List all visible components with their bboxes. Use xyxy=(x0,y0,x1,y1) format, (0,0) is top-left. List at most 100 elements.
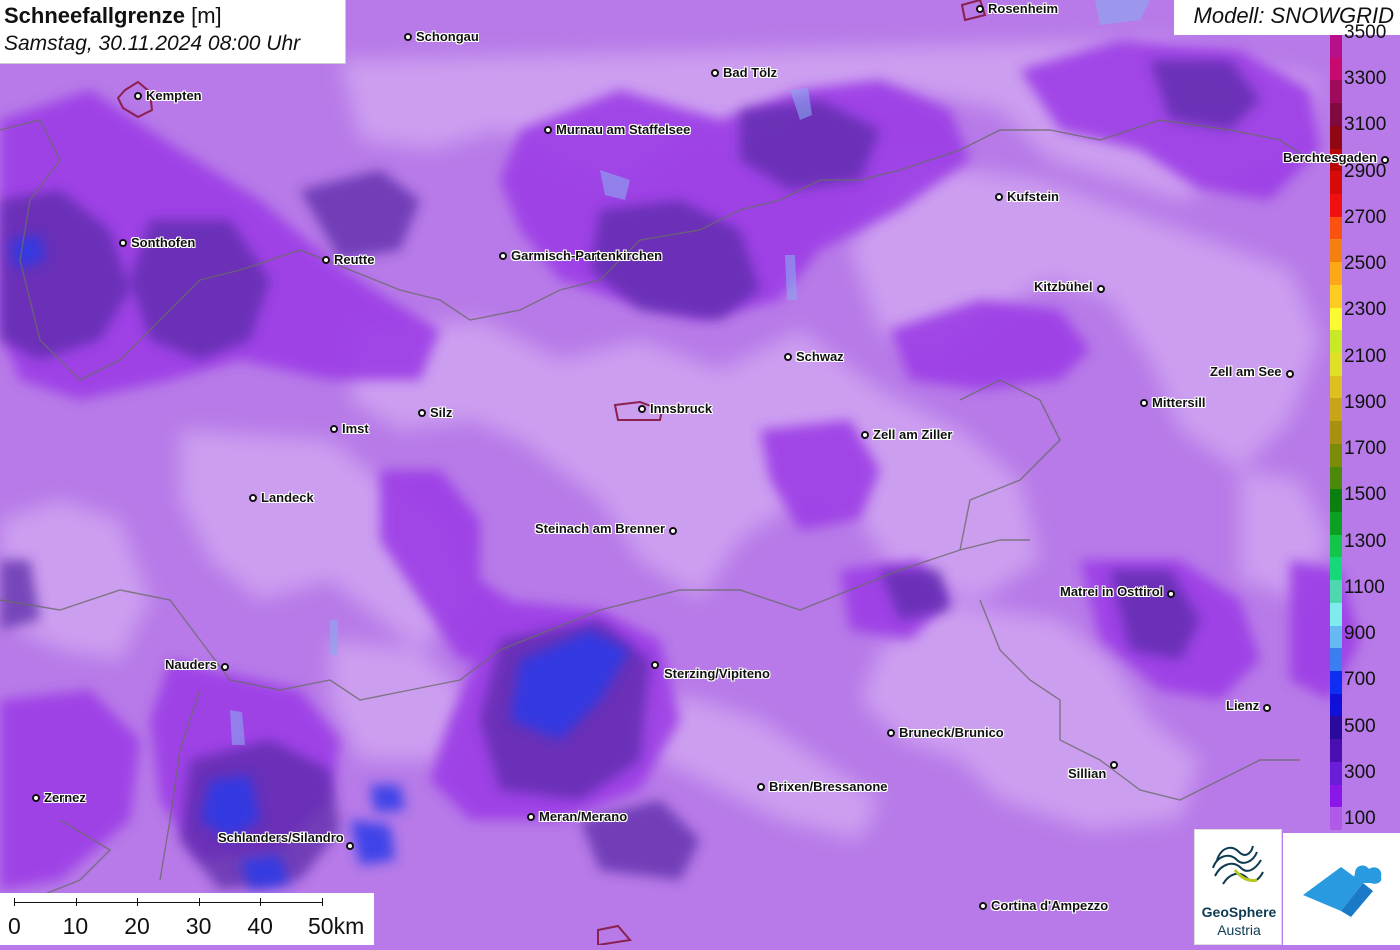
city-label: Schwaz xyxy=(796,349,844,364)
cloud-logo[interactable] xyxy=(1283,833,1400,945)
legend-color-swatch xyxy=(1330,512,1342,536)
city-marker[interactable] xyxy=(861,431,869,439)
legend-color-swatch xyxy=(1330,284,1342,309)
map-datetime: Samstag, 30.11.2024 08:00 Uhr xyxy=(4,32,301,55)
legend-color-swatch xyxy=(1330,375,1342,399)
legend-color-swatch xyxy=(1330,443,1342,468)
geosphere-emblem-icon xyxy=(1212,845,1264,885)
city-marker[interactable] xyxy=(1140,399,1148,407)
city-marker[interactable] xyxy=(119,239,127,247)
scale-label: 20 xyxy=(124,913,150,939)
city-marker[interactable] xyxy=(638,405,646,413)
city-label: Silz xyxy=(430,405,453,420)
city-label: Meran/Merano xyxy=(539,809,628,824)
city-label: Brixen/Bressanone xyxy=(769,779,888,794)
city-label: Zernez xyxy=(44,790,86,805)
map-canvas[interactable] xyxy=(0,0,1400,945)
city-marker[interactable] xyxy=(651,661,659,669)
city-label: Lienz xyxy=(1226,698,1260,713)
legend-label: 1500 xyxy=(1344,484,1387,506)
city-marker[interactable] xyxy=(784,353,792,361)
scale-label: 30 xyxy=(185,913,212,939)
legend-label: 2700 xyxy=(1344,206,1387,228)
legend-color-swatch xyxy=(1330,307,1342,331)
city-marker[interactable] xyxy=(32,794,40,802)
city-marker[interactable] xyxy=(1110,761,1118,769)
city-marker[interactable] xyxy=(134,92,142,100)
house-cloud-icon xyxy=(1303,865,1382,917)
city-marker[interactable] xyxy=(249,494,257,502)
city-label: Mittersill xyxy=(1152,395,1206,410)
legend-color-swatch xyxy=(1330,739,1342,763)
legend-label: 700 xyxy=(1344,669,1376,691)
city-label: Sillian xyxy=(1068,766,1107,781)
city-marker[interactable] xyxy=(404,33,412,41)
scale-label: 50km xyxy=(308,913,365,939)
legend-color-swatch xyxy=(1330,262,1342,286)
legend-label: 1100 xyxy=(1344,576,1385,598)
city-label: Zell am Ziller xyxy=(873,427,953,442)
city-marker[interactable] xyxy=(1381,156,1389,164)
city-marker[interactable] xyxy=(322,256,330,264)
city-label: Murnau am Staffelsee xyxy=(556,122,691,137)
legend-color-swatch xyxy=(1330,194,1342,218)
legend-color-swatch xyxy=(1330,103,1342,127)
city-marker[interactable] xyxy=(976,5,984,13)
legend-color-swatch xyxy=(1330,784,1342,808)
city-marker[interactable] xyxy=(1097,285,1105,293)
legend-color-swatch xyxy=(1330,421,1342,445)
geosphere-name: GeoSphere xyxy=(1201,904,1277,920)
city-label: Nauders xyxy=(165,657,218,672)
city-label: Kempten xyxy=(146,88,202,103)
legend-color-swatch xyxy=(1330,353,1342,377)
city-marker[interactable] xyxy=(995,193,1003,201)
city-marker[interactable] xyxy=(330,425,338,433)
legend-label: 100 xyxy=(1344,808,1376,829)
city-label: Sonthofen xyxy=(131,235,196,250)
scale-bar: 0 10 20 30 40 50km xyxy=(0,893,374,945)
map-title-box: Schneefallgrenze [m] Samstag, 30.11.2024… xyxy=(0,0,346,64)
legend-color-swatch xyxy=(1330,466,1342,490)
city-marker[interactable] xyxy=(711,69,719,77)
legend-color-swatch xyxy=(1330,216,1342,240)
legend-label: 2300 xyxy=(1344,299,1387,321)
city-marker[interactable] xyxy=(346,842,354,850)
legend-color-swatch xyxy=(1330,625,1342,649)
city-marker[interactable] xyxy=(757,783,765,791)
city-marker[interactable] xyxy=(221,663,229,671)
legend-color-swatch xyxy=(1330,125,1342,150)
scale-tick xyxy=(75,898,77,906)
legend-label: 3300 xyxy=(1344,68,1387,89)
scale-line xyxy=(14,902,322,903)
city-marker[interactable] xyxy=(499,252,507,260)
city-marker[interactable] xyxy=(669,527,677,535)
city-marker[interactable] xyxy=(979,902,987,910)
legend-label: 900 xyxy=(1344,623,1376,644)
scale-tick xyxy=(14,898,15,906)
legend-color-swatch xyxy=(1330,239,1342,263)
geosphere-sub: Austria xyxy=(1217,922,1261,938)
legend-color-swatch xyxy=(1330,580,1342,604)
city-label: Kitzbühel xyxy=(1034,279,1093,294)
city-marker[interactable] xyxy=(1286,370,1294,378)
city-label: Cortina d'Ampezzo xyxy=(991,898,1109,913)
city-marker[interactable] xyxy=(887,729,895,737)
legend-label: 2100 xyxy=(1344,345,1387,367)
city-marker[interactable] xyxy=(1167,590,1175,598)
scale-label: 10 xyxy=(62,913,89,939)
city-label: Matrei in Osttirol xyxy=(1060,584,1164,599)
legend-color-swatch xyxy=(1330,330,1342,354)
legend-label: 1300 xyxy=(1344,530,1387,552)
city-marker[interactable] xyxy=(1263,704,1271,712)
scale-tick xyxy=(198,898,200,906)
geosphere-logo[interactable]: GeoSphere Austria xyxy=(1194,829,1282,945)
city-marker[interactable] xyxy=(527,813,535,821)
city-marker[interactable] xyxy=(418,409,426,417)
legend-color-swatch xyxy=(1330,557,1342,581)
legend-color-swatch xyxy=(1330,693,1342,717)
city-label: Kufstein xyxy=(1007,189,1059,204)
legend-color-swatch xyxy=(1330,398,1342,422)
city-marker[interactable] xyxy=(544,126,552,134)
legend-color-swatch xyxy=(1330,171,1342,195)
legend-color-swatch xyxy=(1330,761,1342,786)
